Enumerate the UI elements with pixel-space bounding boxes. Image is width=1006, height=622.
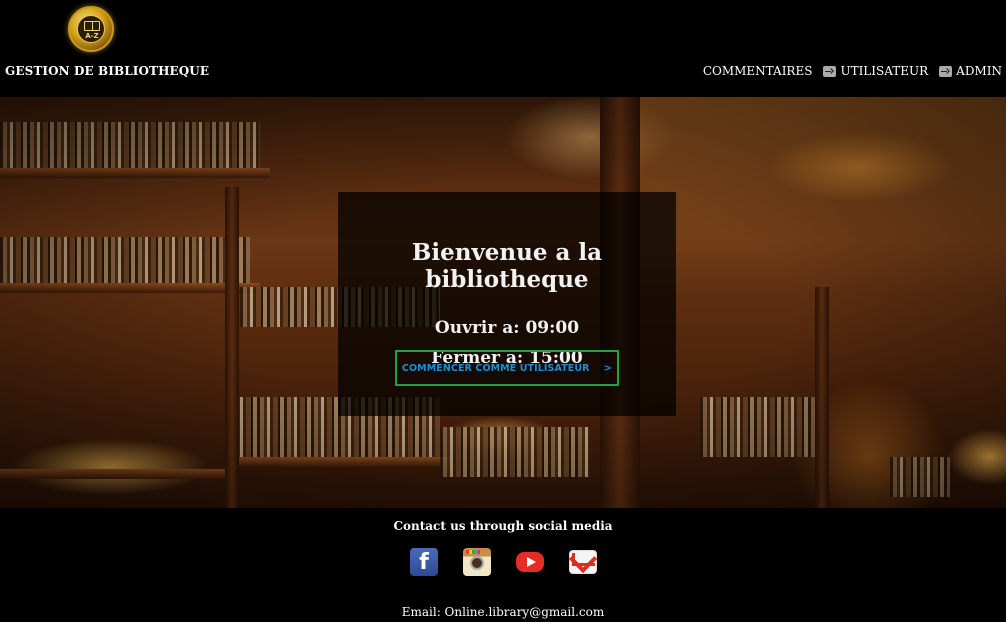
- welcome-card: Bienvenue a la bibliotheque Ouvrir a: 09…: [338, 192, 676, 416]
- site-header: A-Z GESTION DE BIBLIOTHEQUE COMMENTAIRES…: [0, 0, 1006, 97]
- brand-title[interactable]: GESTION DE BIBLIOTHEQUE: [5, 64, 209, 78]
- welcome-title: Bienvenue a la bibliotheque: [411, 239, 603, 293]
- opening-time: Ouvrir a: 09:00: [434, 318, 580, 338]
- footer-title: Contact us through social media: [393, 519, 613, 533]
- gmail-icon[interactable]: [569, 550, 597, 574]
- social-links: f: [410, 548, 622, 576]
- login-icon: [939, 65, 953, 77]
- start-as-user-label: COMMENCER COMME UTILISATEUR: [401, 362, 590, 374]
- instagram-icon[interactable]: [463, 548, 491, 576]
- nav-item-admin[interactable]: ADMIN: [939, 64, 1002, 78]
- login-icon: [823, 65, 837, 77]
- logo-text: A-Z: [85, 32, 99, 40]
- nav-item-utilisateur[interactable]: UTILISATEUR: [823, 64, 928, 78]
- chevron-right-icon: >: [603, 362, 613, 374]
- nav-label-commentaires: COMMENTAIRES: [702, 64, 813, 78]
- youtube-icon[interactable]: [516, 552, 544, 572]
- start-as-user-button[interactable]: COMMENCER COMME UTILISATEUR >: [395, 350, 619, 386]
- hero-library-background: Bienvenue a la bibliotheque Ouvrir a: 09…: [0, 97, 1006, 508]
- top-nav: COMMENTAIRES UTILISATEUR ADMIN: [692, 64, 1002, 78]
- nav-label-admin: ADMIN: [956, 64, 1002, 78]
- nav-item-commentaires[interactable]: COMMENTAIRES: [703, 64, 813, 78]
- site-footer: Contact us through social media f Email:…: [0, 508, 1006, 622]
- library-logo-icon[interactable]: A-Z: [68, 6, 114, 52]
- facebook-icon[interactable]: f: [410, 548, 438, 576]
- contact-email[interactable]: Email: Online.library@gmail.com: [0, 605, 1006, 619]
- nav-label-utilisateur: UTILISATEUR: [840, 64, 929, 78]
